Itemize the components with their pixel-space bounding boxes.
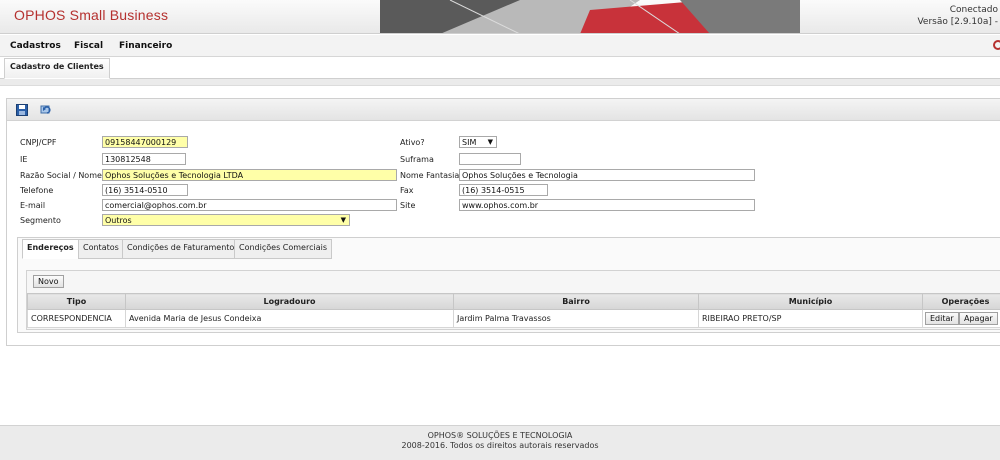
telefone-input[interactable]: (16) 3514-0510 — [102, 184, 188, 196]
brand-logo: OPHOS Small Business — [14, 7, 169, 23]
segmento-select[interactable]: Outros ▼ — [102, 214, 350, 226]
email-label: E-mail — [20, 201, 46, 210]
nome-fantasia-label: Nome Fantasia — [400, 171, 460, 180]
footer-company: OPHOS® SOLUÇÕES E TECNOLOGIA — [427, 431, 573, 440]
address-table: Tipo Logradouro Bairro Município Operaçõ… — [27, 293, 1000, 328]
tab-condicoes-comerciais[interactable]: Condições Comerciais — [234, 239, 332, 259]
new-address-button[interactable]: Novo — [33, 275, 64, 288]
address-grid-container: Novo Tipo Logradouro Bairro Município Op… — [26, 270, 1000, 330]
menu-item-fiscal[interactable]: Fiscal — [74, 41, 103, 51]
telefone-label: Telefone — [20, 186, 54, 195]
cell-tipo: CORRESPONDENCIA — [27, 309, 126, 328]
menu-item-financeiro[interactable]: Financeiro — [119, 41, 172, 51]
cell-municipio: RIBEIRAO PRETO/SP — [698, 309, 923, 328]
email-input[interactable]: comercial@ophos.com.br — [102, 199, 397, 211]
segmento-selected-value: Outros — [105, 216, 132, 225]
connection-status: Conectado — [949, 5, 998, 15]
tab-condicoes-faturamento[interactable]: Condições de Faturamento — [122, 239, 240, 259]
ie-label: IE — [20, 155, 28, 164]
delete-button[interactable]: Apagar — [959, 312, 998, 325]
cell-operacoes: Editar Apagar — [922, 309, 1000, 328]
footer: OPHOS® SOLUÇÕES E TECNOLOGIA 2008-2016. … — [0, 425, 1000, 460]
suframa-input[interactable] — [459, 153, 521, 165]
footer-copyright: 2008-2016. Todos os direitos autorais re… — [401, 441, 599, 450]
tab-enderecos[interactable]: Endereços — [22, 239, 79, 259]
tab-cadastro-clientes[interactable]: Cadastro de Clientes — [4, 58, 110, 79]
column-header-logradouro: Logradouro — [125, 293, 454, 310]
header-decoration — [380, 0, 800, 33]
app-header: OPHOS Small Business Conectado Versão [2… — [0, 0, 1000, 34]
tab-contatos[interactable]: Contatos — [78, 239, 124, 259]
separator-bar — [0, 79, 1000, 86]
segmento-label: Segmento — [20, 216, 61, 225]
chevron-down-icon: ▼ — [340, 216, 346, 224]
ativo-label: Ativo? — [400, 138, 425, 147]
power-icon[interactable] — [993, 40, 1000, 50]
column-header-operacoes: Operações — [922, 293, 1000, 310]
fax-input[interactable]: (16) 3514-0515 — [459, 184, 548, 196]
column-header-municipio: Município — [698, 293, 923, 310]
menu-item-cadastros[interactable]: Cadastros — [10, 41, 61, 51]
site-input[interactable]: www.ophos.com.br — [459, 199, 755, 211]
nome-fantasia-input[interactable]: Ophos Soluções e Tecnologia — [459, 169, 755, 181]
column-header-tipo: Tipo — [27, 293, 126, 310]
cell-bairro: Jardim Palma Travassos — [453, 309, 699, 328]
ativo-select[interactable]: SIM ▼ — [459, 136, 497, 148]
form-toolbar — [7, 99, 1000, 121]
razao-social-label: Razão Social / Nome — [20, 171, 102, 180]
razao-social-input[interactable]: Ophos Soluções e Tecnologia LTDA — [102, 169, 397, 181]
address-tab-panel: Endereços Contatos Condições de Faturame… — [17, 237, 1000, 333]
client-form-panel: CNPJ/CPF 09158447000129 IE 130812548 Raz… — [6, 98, 1000, 346]
cnpj-label: CNPJ/CPF — [20, 138, 57, 147]
table-row: CORRESPONDENCIA Avenida Maria de Jesus C… — [27, 309, 1000, 328]
page-tabs: Cadastro de Clientes — [0, 57, 1000, 79]
refresh-icon[interactable] — [40, 104, 52, 116]
main-menu: Cadastros Fiscal Financeiro — [0, 35, 1000, 57]
save-icon[interactable] — [16, 104, 28, 116]
chevron-down-icon: ▼ — [487, 138, 493, 146]
fax-label: Fax — [400, 186, 414, 195]
site-label: Site — [400, 201, 416, 210]
column-header-bairro: Bairro — [453, 293, 699, 310]
version-label: Versão [2.9.10a] - — [917, 17, 998, 27]
edit-button[interactable]: Editar — [925, 312, 959, 325]
cell-logradouro: Avenida Maria de Jesus Condeixa — [125, 309, 454, 328]
ie-input[interactable]: 130812548 — [102, 153, 186, 165]
ativo-selected-value: SIM — [462, 138, 477, 147]
suframa-label: Suframa — [400, 155, 434, 164]
cnpj-input[interactable]: 09158447000129 — [102, 136, 188, 148]
